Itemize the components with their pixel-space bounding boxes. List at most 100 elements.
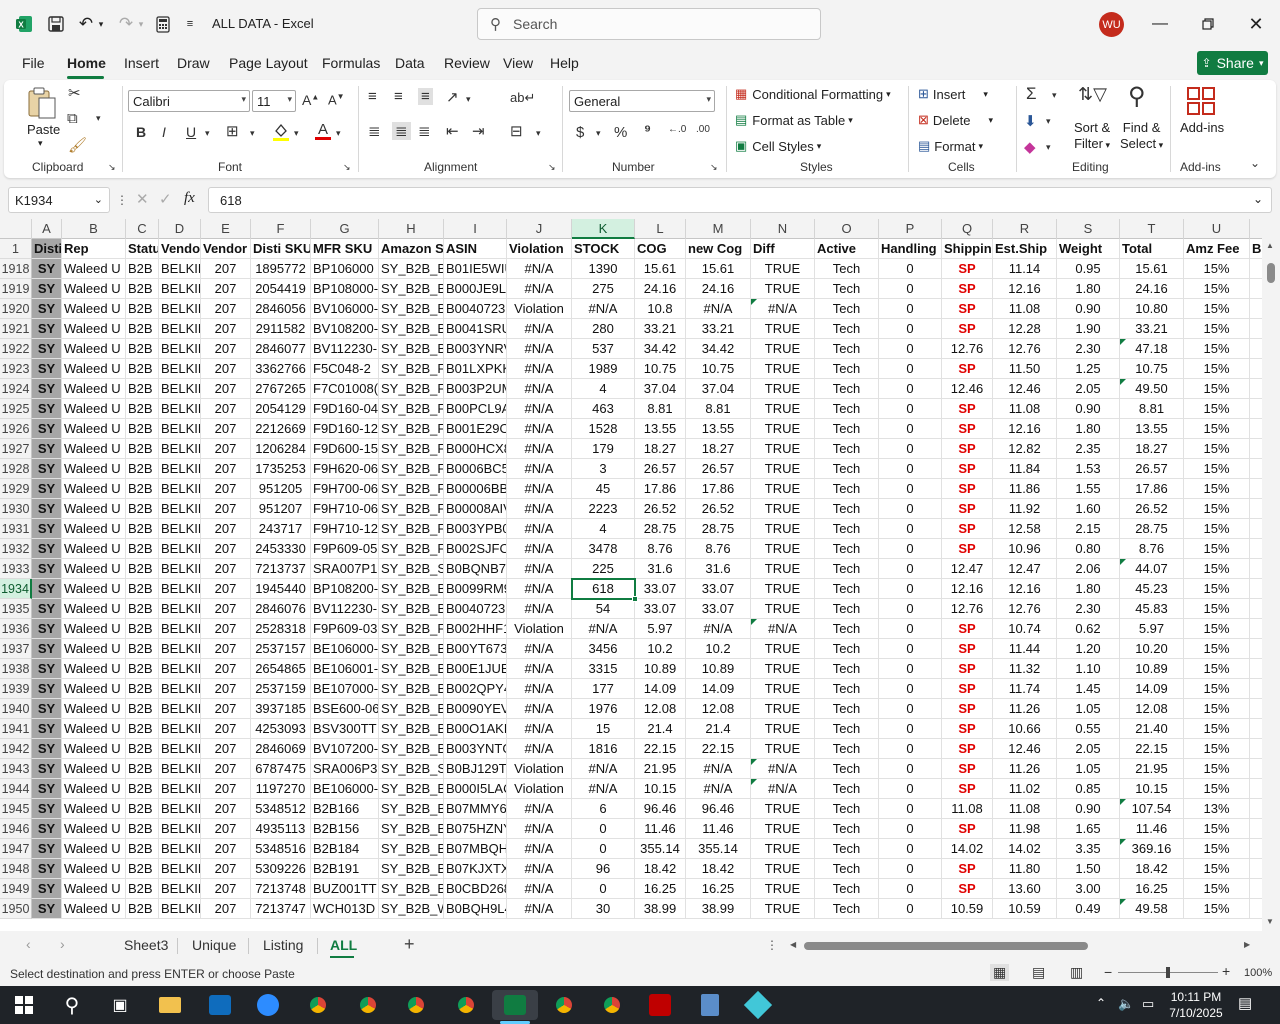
tab-home[interactable]: Home: [67, 55, 106, 71]
cell-vendor[interactable]: BELKIN: [159, 339, 201, 359]
cell-asin[interactable]: B00008AIV: [444, 499, 507, 519]
cell-rep[interactable]: Waleed U: [62, 859, 126, 879]
cell-handling[interactable]: 0: [879, 579, 942, 599]
cell-amz-fee[interactable]: 15%: [1184, 399, 1250, 419]
cell-amazon-sku[interactable]: SY_B2B_B: [379, 739, 444, 759]
cell-est-ship[interactable]: 13.60: [993, 879, 1057, 899]
sheet-tab-sheet3[interactable]: Sheet3: [124, 937, 168, 953]
underline-icon[interactable]: U: [186, 124, 196, 140]
cell-new-cog[interactable]: 12.08: [686, 699, 751, 719]
cell-amz-fee[interactable]: 15%: [1184, 579, 1250, 599]
cell-b[interactable]: [1250, 719, 1262, 739]
cell-disti[interactable]: SY: [32, 599, 62, 619]
header-cell-mfr-sku[interactable]: MFR SKU: [311, 239, 379, 259]
cell-cog[interactable]: 17.86: [635, 479, 686, 499]
cell-amz-fee[interactable]: 15%: [1184, 699, 1250, 719]
cell-status[interactable]: B2B: [126, 559, 159, 579]
cell-mfr-sku[interactable]: B2B184: [311, 839, 379, 859]
fill-dropdown-icon[interactable]: ▾: [294, 128, 299, 139]
cell-amazon-sku[interactable]: SY_B2B_F9: [379, 499, 444, 519]
cell-status[interactable]: B2B: [126, 859, 159, 879]
cell-stock[interactable]: 15: [572, 719, 635, 739]
cell-vendor[interactable]: BELKIN: [159, 639, 201, 659]
cell-diff[interactable]: TRUE: [751, 319, 815, 339]
cell-amazon-sku[interactable]: SY_B2B_B: [379, 699, 444, 719]
cell-status[interactable]: B2B: [126, 419, 159, 439]
cell-status[interactable]: B2B: [126, 799, 159, 819]
column-header-n[interactable]: N: [751, 219, 815, 239]
dialog-launcher-icon[interactable]: ↘: [710, 162, 718, 173]
cell-active[interactable]: Tech: [815, 759, 879, 779]
cell-weight[interactable]: 1.05: [1057, 699, 1120, 719]
cell-rep[interactable]: Waleed U: [62, 359, 126, 379]
scroll-up-icon[interactable]: ▲: [1266, 241, 1274, 250]
cell-vendor[interactable]: BELKIN: [159, 259, 201, 279]
cell-vendor-id[interactable]: 207: [201, 439, 251, 459]
cell-weight[interactable]: 0.90: [1057, 299, 1120, 319]
cell-status[interactable]: B2B: [126, 719, 159, 739]
sheet-tab-listing[interactable]: Listing: [263, 937, 303, 953]
cell-disti[interactable]: SY: [32, 759, 62, 779]
borders-icon[interactable]: ⊞: [226, 122, 239, 140]
cell-diff[interactable]: #N/A: [751, 779, 815, 799]
cell-amz-fee[interactable]: 15%: [1184, 519, 1250, 539]
cell-disti[interactable]: SY: [32, 799, 62, 819]
column-header-d[interactable]: D: [159, 219, 201, 239]
column-header-t[interactable]: T: [1120, 219, 1184, 239]
cell-b[interactable]: [1250, 539, 1262, 559]
cell-total[interactable]: 18.42: [1120, 859, 1184, 879]
cell-amazon-sku[interactable]: SY_B2B_SI: [379, 759, 444, 779]
cell-stock[interactable]: #N/A: [572, 779, 635, 799]
cell-status[interactable]: B2B: [126, 479, 159, 499]
cell-disti[interactable]: SY: [32, 539, 62, 559]
cell-vendor-id[interactable]: 207: [201, 679, 251, 699]
cell-active[interactable]: Tech: [815, 899, 879, 919]
cell-violation[interactable]: #N/A: [507, 719, 572, 739]
row-header[interactable]: 1938: [0, 659, 32, 679]
tray-overflow-icon[interactable]: ⌃: [1096, 996, 1106, 1010]
cell-shipping[interactable]: 11.08: [942, 799, 993, 819]
cell-rep[interactable]: Waleed U: [62, 719, 126, 739]
cell-stock[interactable]: 30: [572, 899, 635, 919]
cell-active[interactable]: Tech: [815, 719, 879, 739]
font-color-dropdown-icon[interactable]: ▾: [336, 128, 341, 139]
header-cell-shipping[interactable]: Shipping: [942, 239, 993, 259]
cell-amz-fee[interactable]: 15%: [1184, 559, 1250, 579]
cell-rep[interactable]: Waleed U: [62, 279, 126, 299]
chrome-icon[interactable]: [352, 990, 384, 1020]
cell-diff[interactable]: TRUE: [751, 399, 815, 419]
cell-total[interactable]: 14.09: [1120, 679, 1184, 699]
cell-b[interactable]: [1250, 819, 1262, 839]
cell-rep[interactable]: Waleed U: [62, 839, 126, 859]
currency-icon[interactable]: $: [576, 124, 584, 141]
cell-weight[interactable]: 1.90: [1057, 319, 1120, 339]
cell-violation[interactable]: #N/A: [507, 899, 572, 919]
cell-disti-sku[interactable]: 243717: [251, 519, 311, 539]
cell-status[interactable]: B2B: [126, 359, 159, 379]
cell-amz-fee[interactable]: 15%: [1184, 499, 1250, 519]
column-header-s[interactable]: S: [1057, 219, 1120, 239]
cell-shipping[interactable]: 10.59: [942, 899, 993, 919]
cell-disti[interactable]: SY: [32, 379, 62, 399]
close-icon[interactable]: ✕: [1242, 10, 1270, 38]
dialog-launcher-icon[interactable]: ↘: [108, 162, 116, 173]
cell-weight[interactable]: 2.05: [1057, 739, 1120, 759]
cell-vendor-id[interactable]: 207: [201, 539, 251, 559]
cell-amz-fee[interactable]: 13%: [1184, 799, 1250, 819]
cell-stock[interactable]: 0: [572, 839, 635, 859]
cell-amazon-sku[interactable]: SY_B2B_B: [379, 679, 444, 699]
cell-asin[interactable]: B0006BC5Y: [444, 459, 507, 479]
cell-amazon-sku[interactable]: SY_B2B_B: [379, 279, 444, 299]
row-header[interactable]: 1927: [0, 439, 32, 459]
cell-cog[interactable]: 34.42: [635, 339, 686, 359]
row-header[interactable]: 1925: [0, 399, 32, 419]
column-header-q[interactable]: Q: [942, 219, 993, 239]
restore-icon[interactable]: [1194, 10, 1222, 38]
cell-vendor[interactable]: BELKIN: [159, 899, 201, 919]
cell-cog[interactable]: 10.2: [635, 639, 686, 659]
cell-cog[interactable]: 18.27: [635, 439, 686, 459]
format-as-table-button[interactable]: ▤ Format as Table ▾: [735, 112, 853, 128]
cell-shipping[interactable]: SP: [942, 439, 993, 459]
cell-new-cog[interactable]: 13.55: [686, 419, 751, 439]
cell-total[interactable]: 28.75: [1120, 519, 1184, 539]
